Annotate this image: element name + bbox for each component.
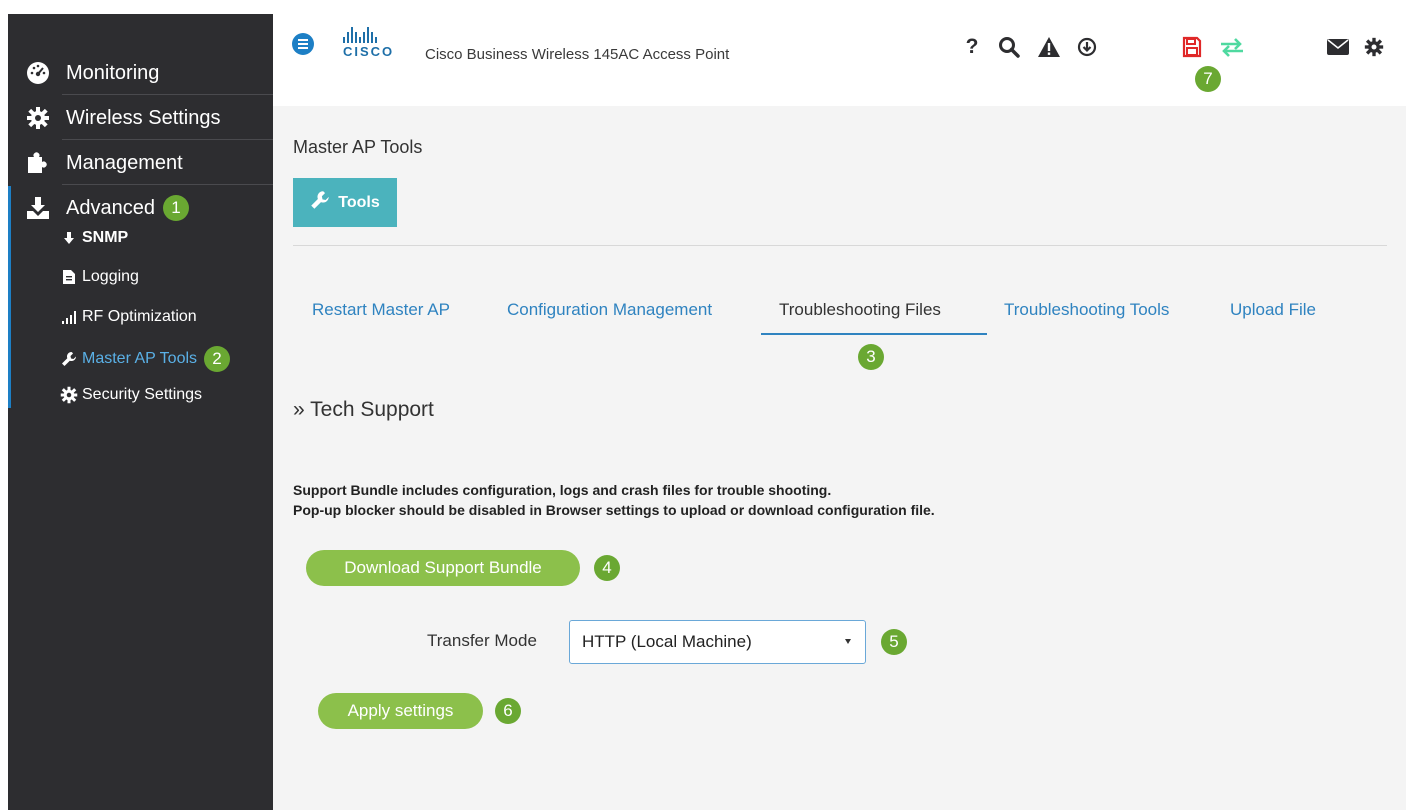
- step-badge: 1: [162, 195, 189, 221]
- divider: [293, 245, 1387, 246]
- tab-troubleshooting-tools[interactable]: Troubleshooting Tools: [1004, 300, 1169, 320]
- sidebar-item-monitoring[interactable]: Monitoring: [8, 58, 273, 88]
- step-badge: 4: [594, 555, 620, 581]
- active-tab-indicator: [761, 333, 987, 335]
- sidebar-subitem-master-ap-tools[interactable]: Master AP Tools 2: [60, 346, 231, 372]
- wrench-icon: [60, 350, 78, 368]
- dashboard-icon: [26, 61, 50, 85]
- sidebar-item-label: Management: [66, 151, 183, 174]
- tab-upload-file[interactable]: Upload File: [1230, 300, 1316, 320]
- arrow-down-icon: [60, 229, 78, 247]
- sidebar-item-label: Wireless Settings: [66, 106, 221, 129]
- warning-icon[interactable]: [1036, 34, 1062, 60]
- caret-down-icon: [845, 639, 851, 644]
- download-tray-icon: [26, 196, 50, 220]
- sidebar: Monitoring Wireless Settings Management …: [8, 14, 273, 810]
- sidebar-subitem-logging[interactable]: Logging: [60, 268, 139, 286]
- tab-configuration-management[interactable]: Configuration Management: [507, 300, 712, 320]
- tab-restart-master-ap[interactable]: Restart Master AP: [312, 300, 450, 320]
- transfer-mode-select[interactable]: HTTP (Local Machine): [569, 620, 866, 664]
- cisco-logo: CISCO: [343, 27, 413, 61]
- step-badge: 3: [858, 344, 884, 370]
- hamburger-menu-icon[interactable]: [292, 33, 314, 55]
- gear-icon: [60, 386, 78, 404]
- tools-button[interactable]: Tools: [293, 178, 397, 227]
- sidebar-item-label: Advanced: [66, 196, 155, 219]
- top-header: CISCO Cisco Business Wireless 145AC Acce…: [273, 14, 1406, 106]
- app-root: Monitoring Wireless Settings Management …: [0, 0, 1406, 810]
- step-badge: 2: [204, 346, 231, 372]
- transfer-mode-label: Transfer Mode: [427, 631, 537, 650]
- sidebar-item-advanced[interactable]: Advanced 1: [8, 193, 273, 223]
- transfer-mode-value: HTTP (Local Machine): [582, 632, 752, 651]
- sync-arrows-icon[interactable]: [1219, 34, 1245, 60]
- settings-icon[interactable]: [1361, 34, 1387, 60]
- tab-troubleshooting-files[interactable]: Troubleshooting Files: [779, 300, 941, 320]
- save-icon[interactable]: [1179, 34, 1205, 60]
- main-content: Master AP Tools Tools Restart Master AP …: [273, 106, 1406, 810]
- step-badge: 6: [495, 698, 521, 724]
- page-title: Master AP Tools: [293, 137, 423, 157]
- section-title: » Tech Support: [293, 398, 434, 421]
- document-icon: [60, 268, 78, 286]
- sidebar-subitem-label: Logging: [82, 268, 139, 285]
- divider: [62, 94, 273, 95]
- help-icon[interactable]: ?: [959, 34, 985, 60]
- apply-settings-button[interactable]: Apply settings: [318, 693, 483, 729]
- sidebar-item-label: Monitoring: [66, 61, 160, 84]
- gear-icon: [26, 106, 50, 130]
- description-text: Support Bundle includes configuration, l…: [293, 482, 832, 498]
- sidebar-subitem-label: Security Settings: [82, 386, 203, 403]
- download-circle-icon[interactable]: [1074, 34, 1100, 60]
- sidebar-subitem-security-settings[interactable]: Security Settings: [60, 386, 202, 404]
- app-title: Cisco Business Wireless 145AC Access Poi…: [425, 46, 730, 63]
- cisco-logo-text: CISCO: [343, 44, 395, 59]
- wrench-icon: [310, 190, 330, 215]
- tools-button-label: Tools: [338, 193, 380, 211]
- signal-bars-icon: [60, 308, 78, 326]
- sidebar-item-management[interactable]: Management: [8, 148, 273, 178]
- description-text: Pop-up blocker should be disabled in Bro…: [293, 502, 935, 518]
- mail-icon[interactable]: [1325, 34, 1351, 60]
- sidebar-subitem-snmp[interactable]: SNMP: [60, 229, 128, 247]
- download-support-bundle-button[interactable]: Download Support Bundle: [306, 550, 580, 586]
- divider: [62, 184, 273, 185]
- puzzle-icon: [26, 151, 50, 175]
- sidebar-subitem-label: Master AP Tools: [82, 350, 198, 367]
- step-badge: 7: [1195, 66, 1221, 92]
- divider: [62, 139, 273, 140]
- sidebar-subitem-label: RF Optimization: [82, 308, 197, 325]
- sidebar-item-wireless-settings[interactable]: Wireless Settings: [8, 103, 273, 133]
- step-badge: 5: [881, 629, 907, 655]
- sidebar-subitem-label: SNMP: [82, 229, 129, 246]
- search-icon[interactable]: [996, 34, 1022, 60]
- sidebar-subitem-rf-optimization[interactable]: RF Optimization: [60, 308, 197, 326]
